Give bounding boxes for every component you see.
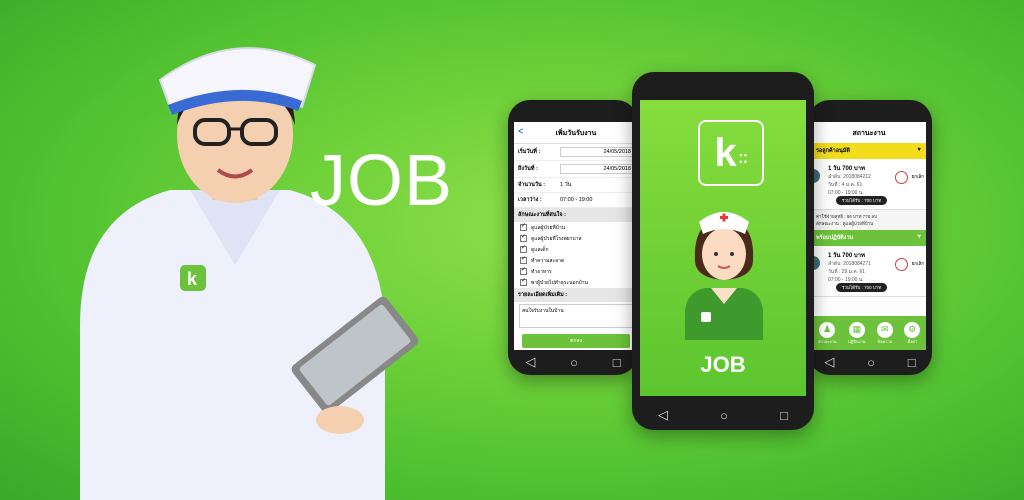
- checkbox[interactable]: [520, 222, 527, 231]
- nurse-illustration: k: [80, 47, 419, 500]
- cancel-icon[interactable]: [895, 258, 908, 271]
- recent-nav-icon[interactable]: □: [908, 355, 916, 370]
- total-pill: รวมได้รับ : 700 บาท: [836, 283, 888, 292]
- recent-nav-icon[interactable]: □: [780, 408, 788, 423]
- end-date-field[interactable]: 24/05/2018: [560, 164, 634, 174]
- job-card[interactable]: 1 วัน 700 บาท ลำดับ: 2018084212 วันที่ :…: [812, 159, 926, 210]
- app-logo: k ⁚⁚: [698, 120, 764, 186]
- free-time-field[interactable]: 07:00 - 19:00: [560, 197, 592, 203]
- chevron-down-icon: ▼: [916, 147, 922, 153]
- start-date-row[interactable]: เริ่มวันที่ : 24/05/2018: [514, 144, 638, 161]
- job-status-screen: สถานะงาน รอลูกค้าอนุมัติ ▼ 1 วัน 700 บาท …: [812, 122, 926, 350]
- check-item[interactable]: ทำความสะอาด: [514, 255, 638, 266]
- total-pill: รวมได้รับ : 700 บาท: [836, 196, 888, 205]
- add-work-day-screen: < เพิ่มวันรับงาน เริ่มวันที่ : 24/05/201…: [514, 122, 638, 350]
- person-icon: ♟: [819, 321, 836, 338]
- day-count-row: จำนวนวัน : 1 วัน: [514, 178, 638, 193]
- nav-bar: ◁ ○ □: [632, 400, 814, 430]
- back-nav-icon[interactable]: ◁: [525, 354, 535, 370]
- details-label: รายละเอียดเพิ่มเติม :: [514, 288, 638, 302]
- gear-icon: ⚙: [904, 321, 921, 338]
- checkbox[interactable]: [520, 266, 527, 275]
- checkbox[interactable]: [520, 233, 527, 242]
- check-item[interactable]: ทำอาหาร: [514, 266, 638, 277]
- back-icon[interactable]: <: [518, 126, 523, 136]
- recent-nav-icon[interactable]: □: [613, 355, 621, 370]
- phone-right: สถานะงาน รอลูกค้าอนุมัติ ▼ 1 วัน 700 บาท …: [808, 100, 932, 375]
- back-nav-icon[interactable]: ◁: [658, 407, 668, 423]
- job-info: ค่าใช้จ่ายสุทธิ : 86 บาท 778 ลบ ลักษณะงา…: [812, 210, 926, 230]
- nav-bar: ◁ ○ □: [508, 349, 638, 375]
- check-item[interactable]: ดูแลเด็ก: [514, 244, 638, 255]
- details-textarea[interactable]: สนใจรับงานในบ้าน: [519, 304, 633, 328]
- checkbox[interactable]: [520, 244, 527, 253]
- dots-icon: ⁚⁚: [738, 152, 748, 166]
- bottom-tab-bar: ♟ สถานะงาน ▦ ปฏิทินงาน ✉ ข้อความ ⚙ ตั้งค่า: [812, 316, 926, 350]
- chevron-down-icon: ▼: [916, 234, 922, 240]
- interest-section-label: ลักษณะงานที่สนใจ :: [514, 208, 638, 222]
- cancel-icon[interactable]: [895, 171, 908, 184]
- phone-left: < เพิ่มวันรับงาน เริ่มวันที่ : 24/05/201…: [508, 100, 638, 375]
- home-nav-icon[interactable]: ○: [720, 408, 728, 423]
- nav-bar: ◁ ○ □: [808, 349, 932, 375]
- free-time-row[interactable]: เวลาว่าง : 07:00 - 19:00: [514, 193, 638, 208]
- phone-center: k ⁚⁚ JOB ◁ ○ □: [632, 72, 814, 430]
- start-date-field[interactable]: 24/05/2018: [560, 147, 634, 157]
- checkbox[interactable]: [520, 277, 527, 286]
- tab-calendar[interactable]: ▦ ปฏิทินงาน: [848, 321, 866, 345]
- pending-approval-band[interactable]: รอลูกค้าอนุมัติ ▼: [812, 143, 926, 159]
- mail-icon: ✉: [876, 321, 893, 338]
- check-item[interactable]: ดูแลผู้ป่วยที่บ้าน: [514, 222, 638, 233]
- check-item[interactable]: พาผู้ป่วยไปทำธุระนอกบ้าน: [514, 277, 638, 288]
- nurse-avatar-icon: [685, 212, 763, 340]
- calendar-icon: ▦: [848, 321, 865, 338]
- screen-title: < เพิ่มวันรับงาน: [514, 122, 638, 144]
- tab-status[interactable]: ♟ สถานะงาน: [818, 321, 837, 345]
- job-card[interactable]: 1 วัน 700 บาท ลำดับ: 2018084271 วันที่ :…: [812, 246, 926, 297]
- svg-text:k: k: [187, 269, 198, 289]
- splash-screen: k ⁚⁚ JOB: [640, 100, 806, 396]
- tab-settings[interactable]: ⚙ ตั้งค่า: [904, 321, 921, 345]
- screen-title: สถานะงาน: [852, 130, 886, 137]
- checkbox[interactable]: [520, 255, 527, 264]
- app-title: JOB: [700, 352, 746, 377]
- back-nav-icon[interactable]: ◁: [824, 354, 834, 370]
- end-date-row[interactable]: ถึงวันที่ : 24/05/2018: [514, 161, 638, 178]
- headline: JOB: [310, 141, 454, 221]
- home-nav-icon[interactable]: ○: [570, 355, 578, 370]
- tab-messages[interactable]: ✉ ข้อความ: [876, 321, 893, 345]
- check-item[interactable]: ดูแลผู้ป่วยที่โรงพยาบาล: [514, 233, 638, 244]
- home-nav-icon[interactable]: ○: [867, 355, 875, 370]
- confirm-button[interactable]: ตกลง: [522, 334, 630, 348]
- ready-band[interactable]: พร้อมปฏิบัติงาน ▼: [812, 230, 926, 246]
